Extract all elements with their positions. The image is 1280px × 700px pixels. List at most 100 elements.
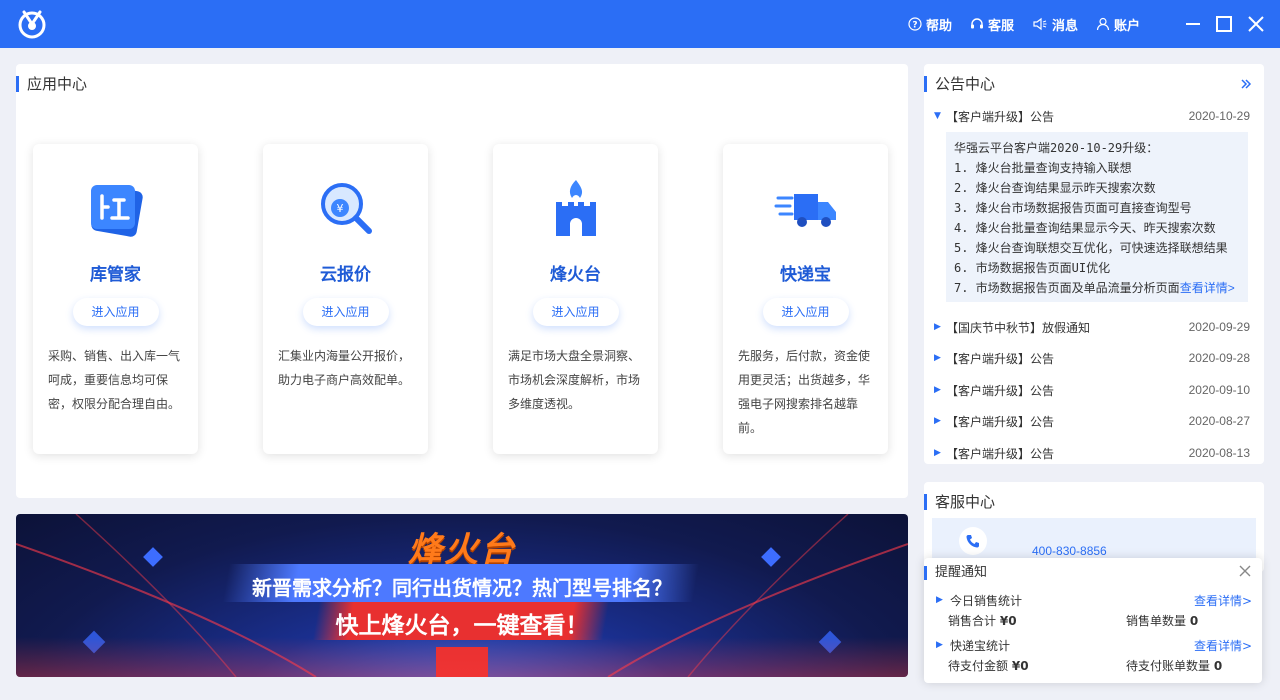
notice-title: 【客户端升级】公告: [946, 383, 1055, 398]
caret-right-icon: ▶: [934, 385, 941, 395]
enter-app-button[interactable]: 进入应用: [72, 298, 159, 326]
speaker-icon: [1033, 17, 1047, 31]
promo-banner[interactable]: 烽火台 新晋需求分析？同行出货情况？热门型号排名？ 快上烽火台，一键查看！: [16, 514, 908, 677]
express-stats-label: 快递宝统计: [950, 638, 1011, 653]
app-card-express[interactable]: 快递宝 进入应用 先服务，后付款，资金使用更灵活；出货越多，华强电子网搜索排名越…: [723, 144, 888, 454]
express-stats-row: ▶ 快递宝统计 查看详情>: [936, 636, 1252, 654]
notice-line: 6. 市场数据报告页面UI优化: [954, 261, 1111, 275]
notice-date: 2020-09-10: [1188, 383, 1250, 397]
notice-item[interactable]: ▶ 【客户端升级】公告 2020-08-13: [934, 443, 1250, 463]
banner-subtitle: 新晋需求分析？同行出货情况？热门型号排名？: [252, 576, 672, 600]
notice-date: 2020-09-28: [1188, 351, 1250, 365]
search-yen-icon: ¥: [320, 183, 372, 234]
sales-count: 销售单数量 0: [1126, 612, 1198, 629]
notice-line: 1. 烽火台批量查询支持输入联想: [954, 161, 1132, 175]
svg-text:?: ?: [912, 21, 917, 31]
pending-bills-value: 0: [1213, 659, 1223, 673]
notice-item[interactable]: ▶ 【客户端升级】公告 2020-08-27: [934, 411, 1250, 431]
notice-line: 4. 烽火台批量查询结果显示今天、昨天搜索次数: [954, 221, 1216, 235]
sales-total-value: ¥0: [999, 614, 1017, 628]
caret-right-icon: ▶: [936, 595, 943, 605]
phone-icon: [959, 527, 987, 555]
service-center-title: 客服中心: [924, 494, 995, 510]
notice-title: 【客户端升级】公告: [946, 446, 1055, 461]
notice-title: 【客户端升级】公告: [946, 414, 1055, 429]
app-description: 先服务，后付款，资金使用更灵活；出货越多，华强电子网搜索排名越靠前。: [738, 349, 871, 435]
app-center-panel: 应用中心 库管家 进入应用 采购、销售、出入库一气呵成，重要信息均可保密，权限分…: [16, 64, 908, 498]
enter-app-button[interactable]: 进入应用: [302, 298, 389, 326]
app-name-express: 快递宝: [780, 265, 831, 285]
sales-count-label: 销售单数量: [1126, 614, 1187, 628]
help-label: 帮助: [925, 18, 952, 34]
help-icon: ?: [908, 17, 922, 31]
beacon-tower-icon: [555, 180, 596, 236]
notice-heading: 华强云平台客户端2020-10-29升级：: [954, 141, 1159, 155]
notice-line: 5. 烽火台查询联想交互优化，可快速选择联想结果: [954, 241, 1228, 255]
notice-date: 2020-09-29: [1188, 320, 1250, 334]
notice-date: 2020-08-13: [1188, 446, 1250, 460]
close-icon[interactable]: [1238, 564, 1252, 578]
user-icon: [1096, 17, 1110, 31]
notice-title: 【客户端升级】公告: [946, 109, 1055, 124]
notice-center-panel: 公告中心 ▼ 【客户端升级】公告 2020-10-29 华强云平台客户端2020…: [924, 64, 1264, 464]
help-button[interactable]: ? 帮助: [908, 0, 952, 48]
app-description: 采购、销售、出入库一气呵成，重要信息均可保密，权限分配合理自由。: [48, 349, 181, 411]
notice-date: 2020-10-29: [1188, 109, 1250, 123]
maximize-icon[interactable]: [1214, 14, 1234, 34]
notice-line: 3. 烽火台市场数据报告页面可直接查询型号: [954, 201, 1192, 215]
app-name-beacon: 烽火台: [550, 265, 601, 285]
messages-label: 消息: [1051, 18, 1078, 34]
pending-bills: 待支付账单数量 0: [1126, 657, 1222, 674]
banner-slogan: 快上烽火台，一键查看！: [335, 613, 589, 639]
app-card-beacon[interactable]: 烽火台 进入应用 满足市场大盘全景洞察、市场机会深度解析，市场多维度透视。: [493, 144, 658, 454]
service-phone[interactable]: 400-830-8856: [1032, 544, 1107, 558]
headset-icon: [970, 18, 983, 29]
customer-service-label: 客服: [987, 18, 1014, 34]
view-details-link[interactable]: 查看详情>: [1180, 281, 1235, 295]
app-logo-icon: [18, 10, 46, 39]
close-icon[interactable]: [1246, 14, 1266, 34]
pending-bills-label: 待支付账单数量: [1126, 659, 1211, 673]
notice-item[interactable]: ▶ 【国庆节中秋节】放假通知 2020-09-29: [934, 317, 1250, 337]
account-button[interactable]: 账户: [1096, 0, 1140, 48]
messages-button[interactable]: 消息: [1032, 0, 1078, 48]
enter-app-button[interactable]: 进入应用: [532, 298, 619, 326]
caret-right-icon: ▶: [934, 416, 941, 426]
sales-total: 销售合计 ¥0: [948, 612, 1017, 629]
express-details-link[interactable]: 查看详情>: [1194, 637, 1252, 654]
pending-amount-value: ¥0: [1011, 659, 1029, 673]
notice-center-title: 公告中心: [924, 76, 995, 92]
app-card-warehouse[interactable]: 库管家 进入应用 采购、销售、出入库一气呵成，重要信息均可保密，权限分配合理自由…: [33, 144, 198, 454]
sales-total-label: 销售合计: [948, 614, 997, 628]
sales-details-link[interactable]: 查看详情>: [1194, 592, 1252, 609]
customer-service-button[interactable]: 客服: [970, 0, 1014, 48]
caret-right-icon: ▶: [934, 322, 941, 332]
notice-item-expanded[interactable]: ▼ 【客户端升级】公告 2020-10-29: [934, 106, 1250, 126]
app-card-quote[interactable]: ¥ 云报价 进入应用 汇集业内海量公开报价，助力电子商户高效配单。: [263, 144, 428, 454]
notice-item[interactable]: ▶ 【客户端升级】公告 2020-09-10: [934, 380, 1250, 400]
svg-text:¥: ¥: [336, 202, 343, 215]
minimize-icon[interactable]: [1183, 14, 1203, 34]
pending-amount-label: 待支付金额: [948, 659, 1009, 673]
notice-content: 华强云平台客户端2020-10-29升级： 1. 烽火台批量查询支持输入联想 2…: [946, 132, 1248, 302]
reminder-popup: 提醒通知 ▶ 今日销售统计 查看详情> 销售合计 ¥0 销售单数量 0 ▶ 快递…: [924, 558, 1262, 683]
sales-count-value: 0: [1189, 614, 1199, 628]
enter-app-button[interactable]: 进入应用: [762, 298, 849, 326]
caret-right-icon: ▶: [934, 353, 941, 363]
notice-line: 2. 烽火台查询结果显示昨天搜索次数: [954, 181, 1156, 195]
notice-title: 【客户端升级】公告: [946, 351, 1055, 366]
notice-item[interactable]: ▶ 【客户端升级】公告 2020-09-28: [934, 348, 1250, 368]
top-actions: ? 帮助 客服 消息 账户: [890, 0, 1140, 48]
account-label: 账户: [1113, 18, 1140, 34]
title-bar: ? 帮助 客服 消息 账户: [0, 0, 1280, 48]
pending-amount: 待支付金额 ¥0: [948, 657, 1029, 674]
caret-right-icon: ▶: [934, 448, 941, 458]
double-chevron-right-icon[interactable]: [1240, 78, 1252, 90]
sales-stats-row: ▶ 今日销售统计 查看详情>: [936, 591, 1252, 609]
app-description: 满足市场大盘全景洞察、市场机会深度解析，市场多维度透视。: [508, 349, 641, 411]
notice-date: 2020-08-27: [1188, 414, 1250, 428]
app-description: 汇集业内海量公开报价，助力电子商户高效配单。: [278, 349, 411, 387]
sales-stats-label: 今日销售统计: [950, 593, 1023, 608]
delivery-truck-icon: [774, 194, 836, 227]
app-center-title: 应用中心: [16, 76, 87, 92]
